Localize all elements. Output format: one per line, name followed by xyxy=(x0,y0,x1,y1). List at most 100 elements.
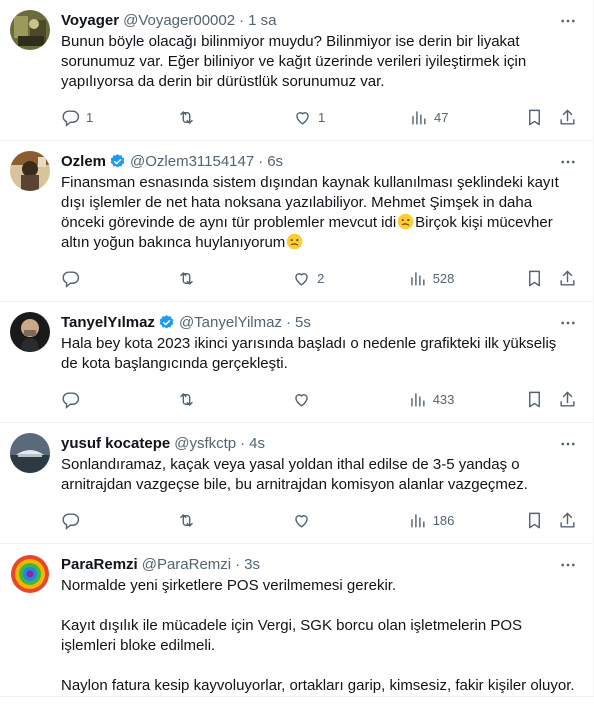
bookmark-icon xyxy=(525,269,544,288)
share-button[interactable] xyxy=(558,390,577,409)
avatar[interactable] xyxy=(10,554,50,594)
view-count: 186 xyxy=(432,512,455,528)
tweet[interactable]: Ozlem @Ozlem31154147 · 6s Finansman esna… xyxy=(0,141,593,302)
reply-button[interactable] xyxy=(61,390,106,409)
share-button[interactable] xyxy=(558,511,577,530)
tweet[interactable]: TanyelYılmaz @TanyelYilmaz · 5s Hala bey… xyxy=(0,302,593,423)
share-icon xyxy=(558,269,577,288)
more-options-button[interactable] xyxy=(557,433,579,455)
bookmark-button[interactable] xyxy=(525,108,544,127)
tweet[interactable]: ParaRemzi @ParaRemzi · 3s Normalde yeni … xyxy=(0,544,593,697)
like-count: 2 xyxy=(317,270,325,286)
avatar[interactable] xyxy=(10,151,50,191)
author-name[interactable]: ParaRemzi xyxy=(61,556,138,573)
bookmark-button[interactable] xyxy=(525,511,544,530)
analytics-icon xyxy=(408,390,427,409)
tweet-header: ParaRemzi @ParaRemzi · 3s xyxy=(61,554,577,574)
timestamp[interactable]: 1 sa xyxy=(248,12,276,29)
author-handle[interactable]: @Ozlem31154147 xyxy=(130,153,254,170)
analytics-icon xyxy=(408,511,427,530)
avatar[interactable] xyxy=(10,312,50,352)
more-icon xyxy=(559,435,577,453)
retweet-button[interactable] xyxy=(177,108,222,127)
separator-dot: · xyxy=(240,434,246,452)
timestamp[interactable]: 5s xyxy=(295,314,311,331)
timestamp[interactable]: 4s xyxy=(249,435,265,452)
like-button[interactable]: 2 xyxy=(292,269,337,288)
like-count: 1 xyxy=(318,109,326,125)
views-button[interactable]: 186 xyxy=(408,511,455,530)
avatar[interactable] xyxy=(10,10,50,50)
tweet-actions: 1 1 47 xyxy=(61,100,577,134)
tweet-header: TanyelYılmaz @TanyelYilmaz · 5s xyxy=(61,312,577,332)
reply-icon xyxy=(61,390,80,409)
reply-button[interactable]: 1 xyxy=(61,108,106,127)
timestamp[interactable]: 6s xyxy=(267,153,283,170)
timestamp[interactable]: 3s xyxy=(244,556,260,573)
retweet-icon xyxy=(177,390,196,409)
share-icon xyxy=(558,511,577,530)
tweet-actions: 433 xyxy=(61,382,577,416)
views-button[interactable]: 47 xyxy=(409,108,454,127)
retweet-button[interactable] xyxy=(177,511,222,530)
separator-dot: · xyxy=(285,313,291,331)
more-options-button[interactable] xyxy=(557,312,579,334)
reply-button[interactable] xyxy=(61,511,106,530)
confused-face-emoji-icon xyxy=(286,233,303,250)
retweet-button[interactable] xyxy=(177,390,222,409)
separator-dot: · xyxy=(235,555,241,573)
retweet-icon xyxy=(177,269,196,288)
author-handle[interactable]: @ParaRemzi xyxy=(142,556,231,573)
separator-dot: · xyxy=(239,11,245,29)
analytics-icon xyxy=(408,269,427,288)
tweet-text: Sonlandıramaz, kaçak veya yasal yoldan i… xyxy=(61,456,528,493)
view-count: 433 xyxy=(432,391,455,407)
author-handle[interactable]: @Voyager00002 xyxy=(123,12,235,29)
heart-icon xyxy=(292,269,311,288)
bookmark-button[interactable] xyxy=(525,269,544,288)
reply-icon xyxy=(61,108,80,127)
view-count: 47 xyxy=(434,109,449,125)
heart-icon xyxy=(292,511,311,530)
tweet[interactable]: Voyager @Voyager00002 · 1 sa Bunun böyle… xyxy=(0,0,593,141)
more-options-button[interactable] xyxy=(557,10,579,32)
retweet-icon xyxy=(177,108,196,127)
share-icon xyxy=(558,108,577,127)
more-icon xyxy=(559,314,577,332)
views-button[interactable]: 433 xyxy=(408,390,455,409)
author-name[interactable]: yusuf kocatepe xyxy=(61,435,170,452)
tweet-text: Normalde yeni şirketlere POS verilmemesi… xyxy=(61,577,575,694)
verified-badge-icon xyxy=(109,153,126,170)
share-button[interactable] xyxy=(558,269,577,288)
more-icon xyxy=(559,153,577,171)
reply-button[interactable] xyxy=(61,269,106,288)
confused-face-emoji-icon xyxy=(397,213,414,230)
verified-badge-icon xyxy=(158,314,175,331)
like-button[interactable] xyxy=(292,511,337,530)
more-options-button[interactable] xyxy=(557,554,579,576)
like-button[interactable]: 1 xyxy=(293,108,338,127)
author-handle[interactable]: @ysfkctp xyxy=(174,435,236,452)
author-name[interactable]: Ozlem xyxy=(61,153,106,170)
share-button[interactable] xyxy=(558,108,577,127)
tweet-text: Finansman esnasında sistem dışından kayn… xyxy=(61,173,577,253)
tweet[interactable]: yusuf kocatepe @ysfkctp · 4s Sonlandıram… xyxy=(0,423,593,544)
author-name[interactable]: Voyager xyxy=(61,12,119,29)
heart-icon xyxy=(293,108,312,127)
retweet-button[interactable] xyxy=(177,269,222,288)
reply-icon xyxy=(61,269,80,288)
reply-count: 1 xyxy=(86,109,94,125)
like-button[interactable] xyxy=(292,390,337,409)
separator-dot: · xyxy=(258,152,264,170)
author-handle[interactable]: @TanyelYilmaz xyxy=(179,314,282,331)
avatar[interactable] xyxy=(10,433,50,473)
more-options-button[interactable] xyxy=(557,151,579,173)
views-button[interactable]: 528 xyxy=(408,269,454,288)
author-name[interactable]: TanyelYılmaz xyxy=(61,314,155,331)
timeline-feed: Voyager @Voyager00002 · 1 sa Bunun böyle… xyxy=(0,0,594,697)
bookmark-button[interactable] xyxy=(525,390,544,409)
more-icon xyxy=(559,556,577,574)
tweet-text: Hala bey kota 2023 ikinci yarısında başl… xyxy=(61,335,561,372)
tweet-text: Bunun böyle olacağı bilinmiyor muydu? Bi… xyxy=(61,33,531,90)
retweet-icon xyxy=(177,511,196,530)
